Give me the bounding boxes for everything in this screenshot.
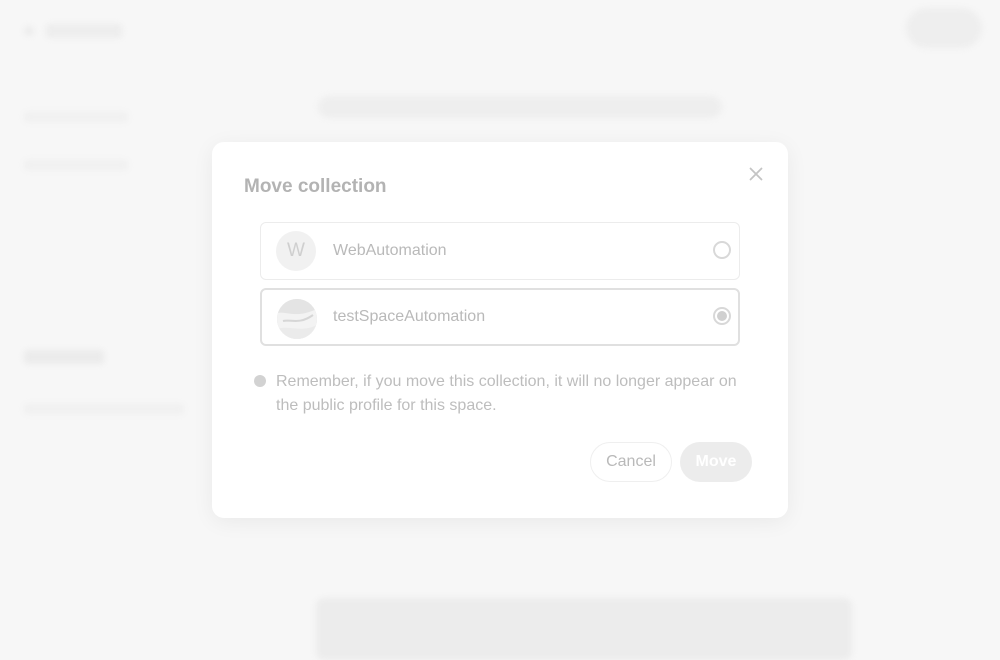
space-avatar <box>277 299 317 339</box>
background-section-title <box>24 350 104 364</box>
notice-text: Remember, if you move this collection, i… <box>276 373 737 414</box>
logo-icon <box>24 26 34 36</box>
background-card <box>316 598 852 660</box>
radio-button[interactable] <box>713 241 731 259</box>
space-avatar: W <box>276 231 316 271</box>
background-headline <box>318 96 722 118</box>
close-icon <box>749 167 763 181</box>
cancel-button[interactable]: Cancel <box>590 442 672 482</box>
move-collection-dialog: Move collection W WebAutomation testSpac… <box>212 142 788 518</box>
radio-button-selected[interactable] <box>713 307 731 325</box>
logo <box>46 24 122 38</box>
info-icon <box>254 375 266 387</box>
background-topbar <box>0 0 1000 64</box>
background-nav-item <box>24 160 128 170</box>
move-button[interactable]: Move <box>680 442 752 482</box>
space-option-label: WebAutomation <box>333 242 447 259</box>
background-nav-item <box>24 112 128 122</box>
space-option-webautomation[interactable]: W WebAutomation <box>260 222 740 280</box>
background-section-text <box>24 404 184 414</box>
space-option-testspaceautomation[interactable]: testSpaceAutomation <box>260 288 740 346</box>
close-button[interactable] <box>746 164 766 184</box>
space-avatar-image <box>277 299 317 339</box>
background-button <box>906 8 982 48</box>
dialog-title: Move collection <box>244 176 387 197</box>
space-option-label: testSpaceAutomation <box>333 308 486 325</box>
